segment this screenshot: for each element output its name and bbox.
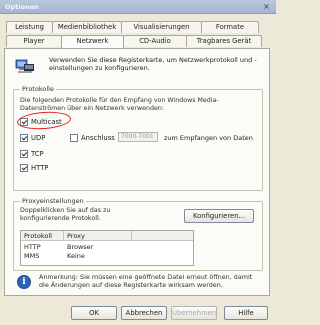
udp-checkbox[interactable]: UDP — [20, 133, 45, 142]
protocols-group: Protokolle Die folgenden Protokolle für … — [13, 85, 263, 191]
column-header-protocol[interactable]: Protokoll — [24, 232, 52, 240]
proxy-group: Proxyeinstellungen Doppelklicken Sie auf… — [13, 197, 263, 271]
tab-visualisierungen[interactable]: Visualisierungen — [121, 21, 202, 33]
window-title: Optionen — [5, 3, 39, 11]
tab-player[interactable]: Player — [6, 35, 62, 47]
tab-formate[interactable]: Formate — [201, 21, 259, 33]
proxy-legend: Proxyeinstellungen — [20, 197, 86, 205]
row-proxy: Keine — [67, 252, 85, 260]
column-separator — [63, 231, 64, 240]
ports-suffix: zum Empfangen von Daten — [164, 134, 253, 142]
tab-netzwerk[interactable]: Netzwerk — [61, 35, 124, 48]
help-button[interactable]: Hilfe — [224, 306, 268, 320]
network-tab-panel: Verwenden Sie diese Registerkarte, um Ne… — [4, 48, 270, 296]
ports-checkbox[interactable]: Anschluss — [70, 133, 115, 142]
intro-section: Verwenden Sie diese Registerkarte, um Ne… — [15, 55, 265, 79]
tab-leistung[interactable]: Leistung — [6, 21, 53, 33]
close-icon[interactable]: × — [261, 2, 272, 12]
tab-tragbares-geraet[interactable]: Tragbares Gerät — [186, 35, 262, 47]
configure-button[interactable]: Konfigurieren... — [184, 209, 254, 223]
ports-label: Anschluss — [81, 133, 115, 142]
udp-label: UDP — [31, 133, 46, 142]
intro-text: Verwenden Sie diese Registerkarte, um Ne… — [49, 56, 257, 72]
checkbox-box[interactable] — [20, 149, 28, 158]
http-label: HTTP — [31, 163, 49, 172]
row-proxy: Browser — [67, 243, 94, 251]
tcp-checkbox[interactable]: TCP — [20, 149, 44, 158]
ok-button[interactable]: OK — [71, 306, 117, 320]
tab-cd-audio[interactable]: CD-Audio — [123, 35, 187, 47]
protocols-legend: Protokolle — [20, 85, 56, 93]
column-separator — [131, 231, 132, 240]
note-text: Anmerkung: Sie müssen eine geöffnete Dat… — [39, 273, 253, 289]
network-settings-icon — [15, 59, 34, 73]
tab-medienbibliothek[interactable]: Medienbibliothek — [52, 21, 122, 33]
checkbox-box[interactable] — [70, 133, 78, 142]
proxy-table: Protokoll Proxy HTTP Browser MMS Keine — [20, 230, 194, 266]
proxy-description: Doppelklicken Sie auf das zu konfigurier… — [20, 207, 111, 222]
ports-input[interactable]: 7000-7001 — [118, 132, 158, 142]
cancel-button[interactable]: Abbrechen — [121, 306, 167, 320]
title-bar: Optionen × — [0, 0, 276, 14]
tcp-label: TCP — [31, 149, 44, 158]
http-checkbox[interactable]: HTTP — [20, 163, 48, 172]
column-header-proxy[interactable]: Proxy — [67, 232, 85, 240]
tabs-row-bottom: Player Netzwerk CD-Audio Tragbares Gerät — [6, 35, 262, 48]
apply-button[interactable]: Übernehmen — [171, 306, 217, 320]
row-protocol: MMS — [24, 252, 40, 260]
red-highlight-circle — [16, 110, 72, 131]
proxy-table-header: Protokoll Proxy — [21, 231, 193, 241]
protocols-description: Die folgenden Protokolle für den Empfang… — [20, 97, 219, 112]
tabs-row-top: Leistung Medienbibliothek Visualisierung… — [6, 21, 259, 33]
checkbox-box[interactable] — [20, 133, 28, 142]
row-protocol: HTTP — [24, 243, 41, 251]
checkbox-box[interactable] — [20, 163, 28, 172]
info-icon: i — [17, 275, 31, 289]
